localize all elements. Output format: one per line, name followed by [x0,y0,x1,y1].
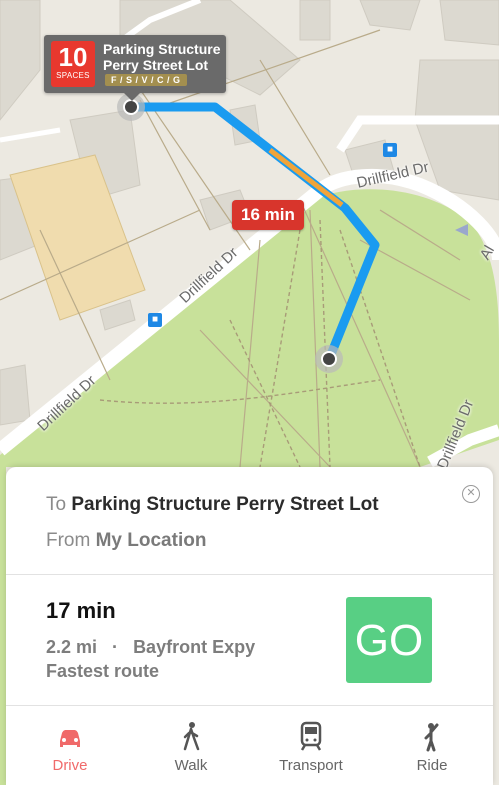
origin-row: From My Location [46,530,206,552]
walk-icon [141,719,241,753]
eta-text: 17 min [46,598,116,623]
car-icon [20,719,120,753]
tab-transport[interactable]: Transport [261,705,361,774]
route-note: Fastest route [46,661,160,681]
route-via: Bayfront Expy [133,637,256,657]
go-button[interactable]: GO [346,597,432,683]
from-prefix: From [46,530,91,551]
spaces-count: 10 [58,42,88,72]
ride-icon [382,719,482,753]
tab-label: Transport [279,757,343,774]
spaces-label: SPACES [56,71,90,80]
bus-stop-icon[interactable]: ■ [383,143,397,157]
close-icon[interactable]: ✕ [462,485,480,503]
bus-stop-icon[interactable]: ■ [148,313,162,327]
transport-mode-tabs: Drive Walk Transport Ride [6,705,493,785]
tab-label: Walk [174,757,208,774]
tab-label: Ride [416,757,448,774]
route-distance: 2.2 mi [46,637,98,657]
origin-name[interactable]: My Location [96,530,207,551]
permit-tag: F / S / V / C / G [105,74,187,86]
directions-card: ✕ To Parking Structure Perry Street Lot … [6,467,493,785]
parking-name: Parking Structure Perry Street Lot [103,41,221,73]
spaces-badge: 10 SPACES [51,41,95,87]
tab-drive[interactable]: Drive [20,705,120,774]
route-time-badge: 16 min [232,200,304,230]
tab-label: Drive [52,757,88,774]
destination-marker[interactable] [315,345,343,373]
train-icon [261,719,361,753]
destination-name: Parking Structure Perry Street Lot [71,494,379,515]
to-prefix: To [46,494,67,515]
tab-ride[interactable]: Ride [382,705,482,774]
destination-row: To Parking Structure Perry Street Lot [46,494,379,516]
route-info: 2.2 mi · Bayfront Expy Fastest route [46,635,255,683]
divider [6,574,493,575]
tab-walk[interactable]: Walk [141,705,241,774]
parking-callout[interactable]: 10 SPACES Parking Structure Perry Street… [44,35,226,101]
route-separator: · [112,637,119,657]
